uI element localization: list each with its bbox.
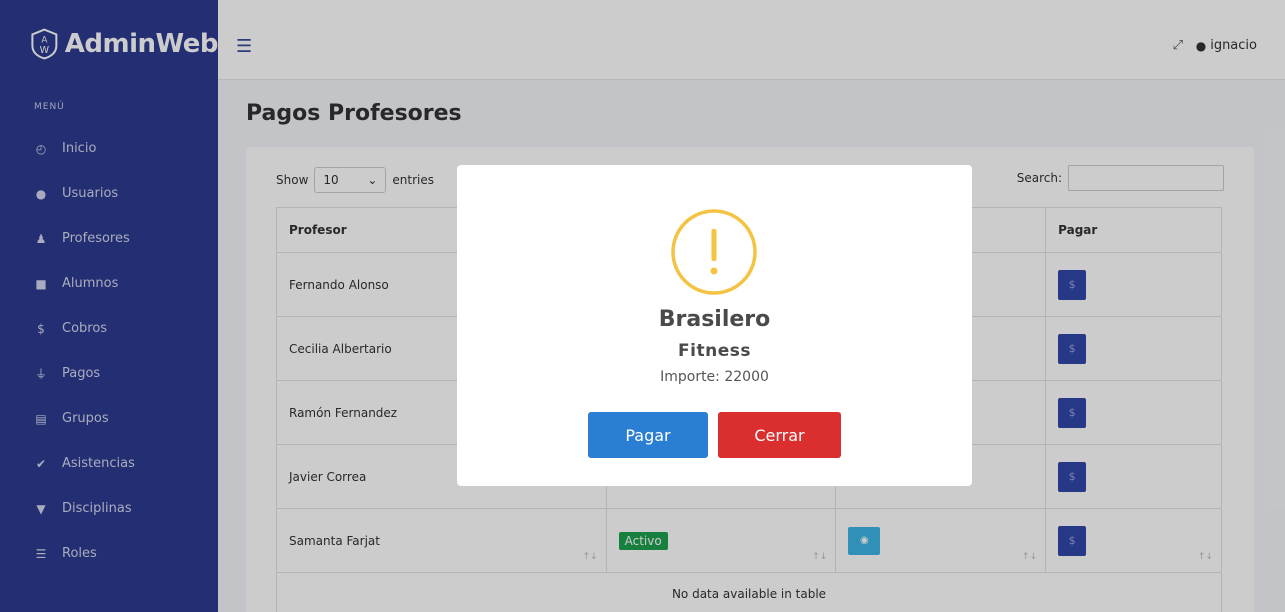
modal-subtitle: Fitness: [678, 341, 751, 361]
modal-amount: Importe: 22000: [457, 369, 972, 385]
close-button[interactable]: Cerrar: [718, 412, 841, 458]
warning-icon: [671, 209, 757, 295]
modal-title: Brasilero: [658, 307, 771, 332]
payment-modal: Brasilero Fitness Importe: 22000 Pagar C…: [457, 165, 972, 486]
amount-label: Importe:: [660, 369, 720, 385]
pay-confirm-button[interactable]: Pagar: [588, 412, 708, 458]
amount-value: 22000: [724, 369, 769, 385]
